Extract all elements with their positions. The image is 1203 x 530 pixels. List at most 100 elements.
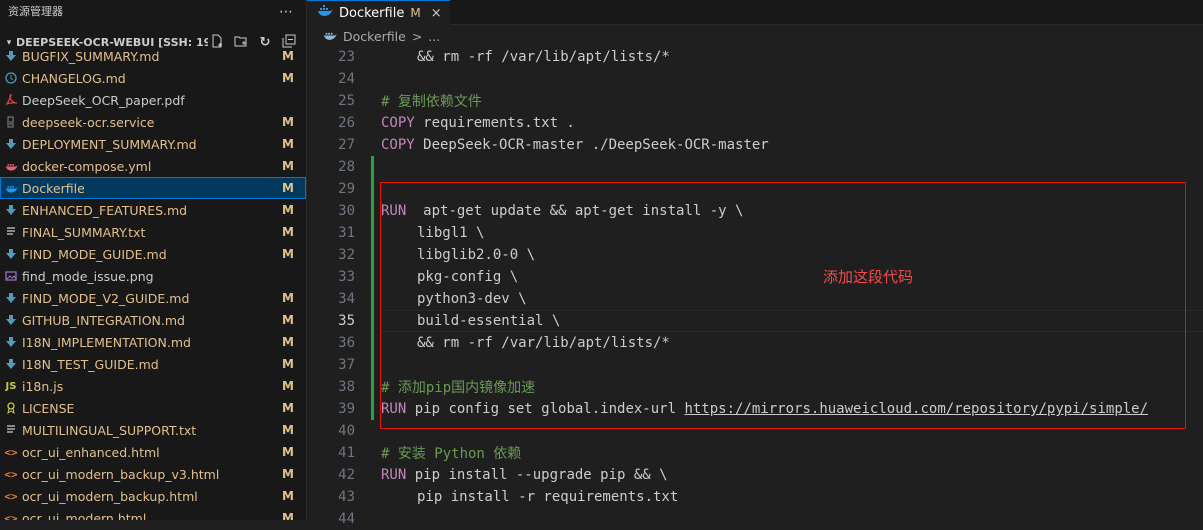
diff-gutter [369, 112, 381, 134]
file-name: Dockerfile [22, 180, 85, 196]
file-item[interactable]: find_mode_issue.png [0, 265, 306, 287]
line-content: COPY DeepSeek-OCR-master ./DeepSeek-OCR-… [381, 137, 769, 153]
file-item[interactable]: FIND_MODE_V2_GUIDE.md M [0, 287, 306, 309]
markdown-icon [4, 313, 18, 327]
url-link[interactable]: https://mirrors.huaweicloud.com/reposito… [684, 401, 1148, 417]
file-name: CHANGELOG.md [22, 70, 126, 86]
file-item[interactable]: FINAL_SUMMARY.txt M [0, 221, 306, 243]
file-item[interactable]: I18N_IMPLEMENTATION.md M [0, 331, 306, 353]
git-status-badge: M [282, 467, 294, 481]
diff-gutter [369, 200, 381, 222]
file-item[interactable]: docker-compose.yml M [0, 155, 306, 177]
line-number: 43 [338, 489, 355, 505]
keyword-token: RUN [381, 467, 407, 483]
file-item[interactable]: <> ocr_ui_modern_backup.html M [0, 485, 306, 507]
diff-gutter [369, 222, 381, 244]
html-icon: <> [4, 467, 18, 481]
file-name: find_mode_issue.png [22, 268, 154, 284]
html-icon: <> [4, 445, 18, 459]
tab-label: Dockerfile [339, 5, 405, 21]
file-name: LICENSE [22, 400, 75, 416]
file-item[interactable]: deepseek-ocr.service M [0, 111, 306, 133]
explorer-sidebar: 资源管理器 ⋯ ▾ DEEPSEEK-OCR-WEBUI [SSH: 192.1… [0, 0, 307, 520]
file-name: ocr_ui_modern_backup_v3.html [22, 466, 220, 482]
keyword-token: COPY [381, 115, 415, 131]
editor-area: Dockerfile M × Dockerfile > ... 23 && rm … [307, 0, 1203, 527]
git-status-badge: M [282, 225, 294, 239]
code-line: 26 COPY requirements.txt . [307, 112, 1203, 134]
git-status-badge: M [282, 247, 294, 261]
line-number: 44 [338, 511, 355, 527]
file-item[interactable]: DEPLOYMENT_SUMMARY.md M [0, 133, 306, 155]
line-number: 26 [338, 115, 355, 131]
code-token: libglib2.0-0 \ [417, 247, 536, 263]
file-item[interactable]: I18N_TEST_GUIDE.md M [0, 353, 306, 375]
javascript-icon: JS [5, 380, 17, 392]
breadcrumb-more[interactable]: ... [428, 29, 440, 44]
tab-bar: Dockerfile M × [307, 0, 1203, 25]
code-line: 41 # 安装 Python 依赖 [307, 442, 1203, 464]
tab-dockerfile[interactable]: Dockerfile M × [307, 0, 450, 25]
file-item[interactable]: FIND_MODE_GUIDE.md M [0, 243, 306, 265]
git-status-badge: M [282, 423, 294, 437]
code-line: 25 # 复制依赖文件 [307, 90, 1203, 112]
line-number: 39 [338, 401, 355, 417]
git-status-badge: M [282, 137, 294, 151]
diff-gutter [369, 376, 381, 398]
git-status-badge: M [282, 511, 294, 520]
diff-gutter [369, 508, 381, 530]
file-item[interactable]: <> ocr_ui_modern_backup_v3.html M [0, 463, 306, 485]
file-item[interactable]: <> ocr_ui_modern.html M [0, 507, 306, 521]
file-name: docker-compose.yml [22, 158, 152, 174]
line-content: RUN pip config set global.index-url http… [381, 401, 1148, 417]
diff-gutter [369, 420, 381, 442]
line-number: 41 [338, 445, 355, 461]
text-file-icon [4, 423, 18, 437]
close-icon[interactable]: × [431, 6, 442, 21]
file-item[interactable]: <> ocr_ui_enhanced.html M [0, 441, 306, 463]
code-line: 29 [307, 178, 1203, 200]
diff-gutter [369, 464, 381, 486]
line-number: 42 [338, 467, 355, 483]
file-item[interactable]: DeepSeek_OCR_paper.pdf [0, 89, 306, 111]
more-horizontal-icon[interactable]: ⋯ [279, 0, 294, 24]
file-icon [4, 115, 18, 129]
line-number: 33 [338, 269, 355, 285]
file-item[interactable]: GITHUB_INTEGRATION.md M [0, 309, 306, 331]
diff-gutter [369, 398, 381, 420]
line-content: RUN apt-get update && apt-get install -y… [381, 203, 743, 219]
diff-gutter [369, 156, 381, 178]
code-editor[interactable]: 23 && rm -rf /var/lib/apt/lists/* 24 25 # 复制… [307, 46, 1203, 530]
git-status-badge: M [282, 203, 294, 217]
comment-token: # 安装 Python 依赖 [381, 446, 522, 462]
line-number: 31 [338, 225, 355, 241]
line-content: && rm -rf /var/lib/apt/lists/* [381, 335, 670, 351]
file-item[interactable]: BUGFIX_SUMMARY.md M [0, 45, 306, 67]
pdf-icon [4, 93, 18, 107]
diff-gutter [369, 354, 381, 376]
file-name: deepseek-ocr.service [22, 114, 155, 130]
markdown-icon [4, 357, 18, 371]
line-number: 34 [338, 291, 355, 307]
file-item[interactable]: Dockerfile M [0, 177, 306, 199]
line-content: # 添加pip国内镜像加速 [381, 377, 535, 397]
markdown-icon [4, 137, 18, 151]
code-line: 37 [307, 354, 1203, 376]
line-number: 40 [338, 423, 355, 439]
file-item[interactable]: ENHANCED_FEATURES.md M [0, 199, 306, 221]
code-line: 27 COPY DeepSeek-OCR-master ./DeepSeek-OC… [307, 134, 1203, 156]
code-line: 32 libglib2.0-0 \ [307, 244, 1203, 266]
license-icon [4, 401, 18, 415]
file-name: FIND_MODE_GUIDE.md [22, 246, 167, 262]
file-name: MULTILINGUAL_SUPPORT.txt [22, 422, 197, 438]
file-item[interactable]: MULTILINGUAL_SUPPORT.txt M [0, 419, 306, 441]
keyword-token: RUN [381, 401, 407, 417]
file-item[interactable]: LICENSE M [0, 397, 306, 419]
diff-gutter [369, 68, 381, 90]
file-item[interactable]: JS i18n.js M [0, 375, 306, 397]
diff-gutter [369, 46, 381, 68]
line-number: 38 [338, 379, 355, 395]
line-content: pip install -r requirements.txt [381, 489, 678, 505]
file-item[interactable]: CHANGELOG.md M [0, 67, 306, 89]
breadcrumb-file[interactable]: Dockerfile [343, 29, 406, 44]
